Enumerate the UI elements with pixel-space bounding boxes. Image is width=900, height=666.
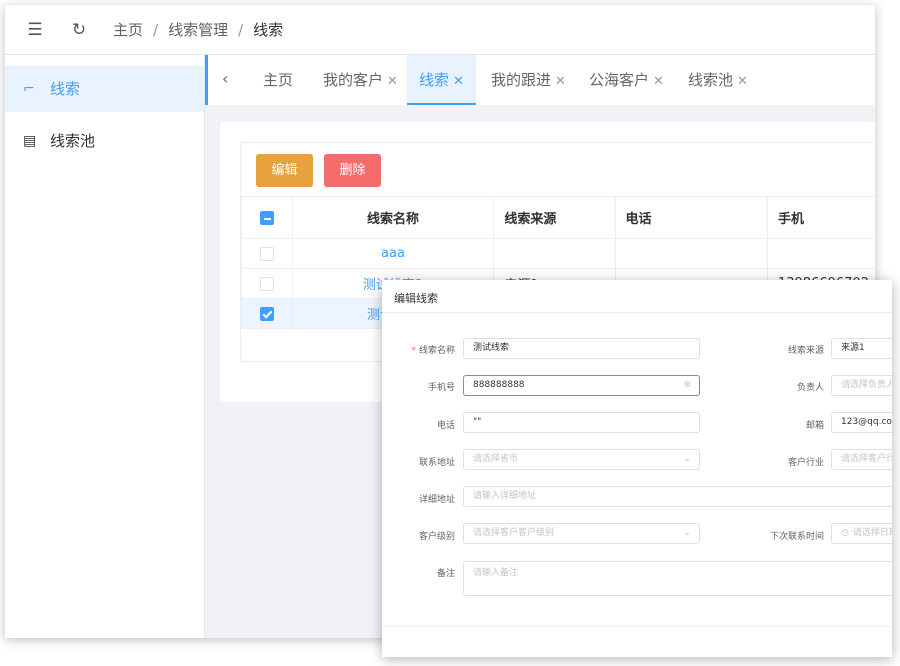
tab-label: 我的客户	[323, 71, 384, 89]
menu-fold-icon[interactable]: ☰	[25, 20, 45, 40]
column-header-source[interactable]: 线索来源	[493, 196, 616, 239]
refresh-icon[interactable]: ↻	[69, 20, 89, 40]
row-checkbox-cell	[241, 238, 293, 269]
cell-mobile	[766, 238, 875, 269]
clock-icon: ◷	[841, 528, 849, 538]
sidebar: ⌐ 线索 ▤ 线索池	[5, 55, 205, 638]
delete-button[interactable]: 删除	[324, 154, 381, 187]
phone-input[interactable]: ""	[463, 412, 700, 433]
dialog-title: 编辑线索	[394, 292, 438, 305]
breadcrumb: 主页 / 线索管理 / 线索	[113, 19, 283, 40]
select-all-checkbox[interactable]	[259, 210, 274, 225]
level-select[interactable]: 请选择客户客户级别 ⌄	[463, 523, 700, 544]
row-checkbox[interactable]	[259, 306, 274, 321]
edit-clue-dialog: 编辑线索 * 线索名称 测试线索 线索来源 来源1 手机号 888888888 ⊗ …	[382, 280, 892, 657]
required-mark: *	[411, 346, 416, 356]
remark-textarea[interactable]: 请输入备注	[463, 561, 892, 596]
tab-home[interactable]: 主页	[263, 55, 293, 105]
mobile-value: 888888888	[473, 380, 525, 390]
industry-select[interactable]: 请选择客户行业	[831, 449, 892, 470]
table-row[interactable]: aaa	[241, 238, 875, 269]
mobile-input[interactable]: 888888888 ⊗	[463, 375, 700, 396]
row-checkbox-cell	[241, 298, 293, 329]
name-label-text: 线索名称	[418, 346, 455, 356]
row-checkbox[interactable]	[259, 276, 274, 291]
tab-my-customers[interactable]: 我的客户 ✕	[323, 55, 398, 105]
email-label: 邮箱	[805, 421, 824, 431]
tab-my-followups[interactable]: 我的跟进 ✕	[491, 55, 566, 105]
breadcrumb-section[interactable]: 线索管理	[168, 21, 228, 39]
region-placeholder: 请选择省市	[473, 454, 519, 464]
tabs-bar: ‹ 主页 我的客户 ✕ 线索 ✕ 我的跟进 ✕ 公海客户 ✕ 线索池 ✕	[205, 55, 875, 105]
column-header-phone[interactable]: 电话	[614, 196, 768, 239]
clear-icon[interactable]: ⊗	[683, 376, 691, 395]
sidebar-item-label: 线索	[50, 80, 81, 98]
level-placeholder: 请选择客户客户级别	[473, 528, 555, 538]
close-icon[interactable]: ✕	[453, 74, 464, 89]
phone-label: 电话	[436, 421, 455, 431]
cell-source	[493, 238, 616, 269]
breadcrumb-separator: /	[153, 21, 159, 39]
region-cascader[interactable]: 请选择省市 ⌄	[463, 449, 700, 470]
next-contact-datepicker[interactable]: ◷请选择日期	[831, 523, 892, 544]
close-icon[interactable]: ✕	[555, 74, 566, 89]
source-label: 线索来源	[787, 346, 824, 356]
sidebar-item-clue-pool[interactable]: ▤ 线索池	[5, 118, 204, 164]
top-bar: ☰ ↻ 主页 / 线索管理 / 线索	[5, 5, 875, 55]
level-label: 客户级别	[418, 532, 455, 542]
tab-public-customers[interactable]: 公海客户 ✕	[589, 55, 664, 105]
edit-button[interactable]: 编辑	[256, 154, 313, 187]
next-contact-placeholder: 请选择日期	[852, 528, 892, 538]
owner-label: 负责人	[796, 383, 824, 393]
tab-label: 主页	[263, 71, 294, 89]
sidebar-item-label: 线索池	[50, 132, 96, 150]
address-label: 详细地址	[418, 495, 455, 505]
owner-select[interactable]: 请选择负责人	[831, 375, 892, 396]
list-icon: ▤	[23, 133, 37, 149]
tab-label: 线索	[419, 71, 450, 89]
cell-phone	[614, 238, 768, 269]
email-input[interactable]: 123@qq.com	[831, 412, 892, 433]
name-label: * 线索名称	[402, 343, 455, 356]
breadcrumb-current: 线索	[253, 21, 284, 39]
tab-clue-pool[interactable]: 线索池 ✕	[688, 55, 748, 105]
close-icon[interactable]: ✕	[737, 74, 748, 89]
close-icon[interactable]: ✕	[387, 74, 398, 89]
breadcrumb-separator: /	[238, 21, 244, 39]
select-all-cell	[241, 196, 293, 239]
industry-label: 客户行业	[787, 458, 824, 468]
clue-name-input[interactable]: 测试线索	[463, 338, 700, 359]
tab-label: 公海客户	[589, 71, 650, 89]
chevron-down-icon: ⌄	[683, 454, 691, 464]
row-checkbox[interactable]	[259, 246, 274, 261]
mobile-label: 手机号	[427, 383, 455, 393]
crop-icon: ⌐	[23, 81, 35, 97]
region-label: 联系地址	[418, 458, 455, 468]
address-input[interactable]: 请输入详细地址	[463, 486, 892, 507]
dialog-footer-divider	[382, 626, 892, 627]
column-header-name[interactable]: 线索名称	[291, 196, 495, 239]
clue-source-input[interactable]: 来源1	[831, 338, 892, 359]
chevron-left-icon[interactable]: ‹	[222, 69, 228, 88]
next-contact-label: 下次联系时间	[769, 532, 824, 542]
sidebar-item-clues[interactable]: ⌐ 线索	[5, 66, 204, 112]
column-header-mobile[interactable]: 手机	[766, 196, 875, 239]
cell-name[interactable]: aaa	[291, 238, 495, 269]
chevron-down-icon: ⌄	[683, 528, 691, 538]
row-checkbox-cell	[241, 268, 293, 299]
table-header-row: 线索名称 线索来源 电话 手机	[241, 196, 875, 239]
dialog-divider	[382, 312, 892, 313]
tab-clues[interactable]: 线索 ✕	[407, 55, 476, 105]
remark-label: 备注	[436, 569, 455, 579]
tab-label: 线索池	[688, 71, 734, 89]
tab-label: 我的跟进	[491, 71, 552, 89]
breadcrumb-home[interactable]: 主页	[113, 21, 143, 39]
close-icon[interactable]: ✕	[653, 74, 664, 89]
